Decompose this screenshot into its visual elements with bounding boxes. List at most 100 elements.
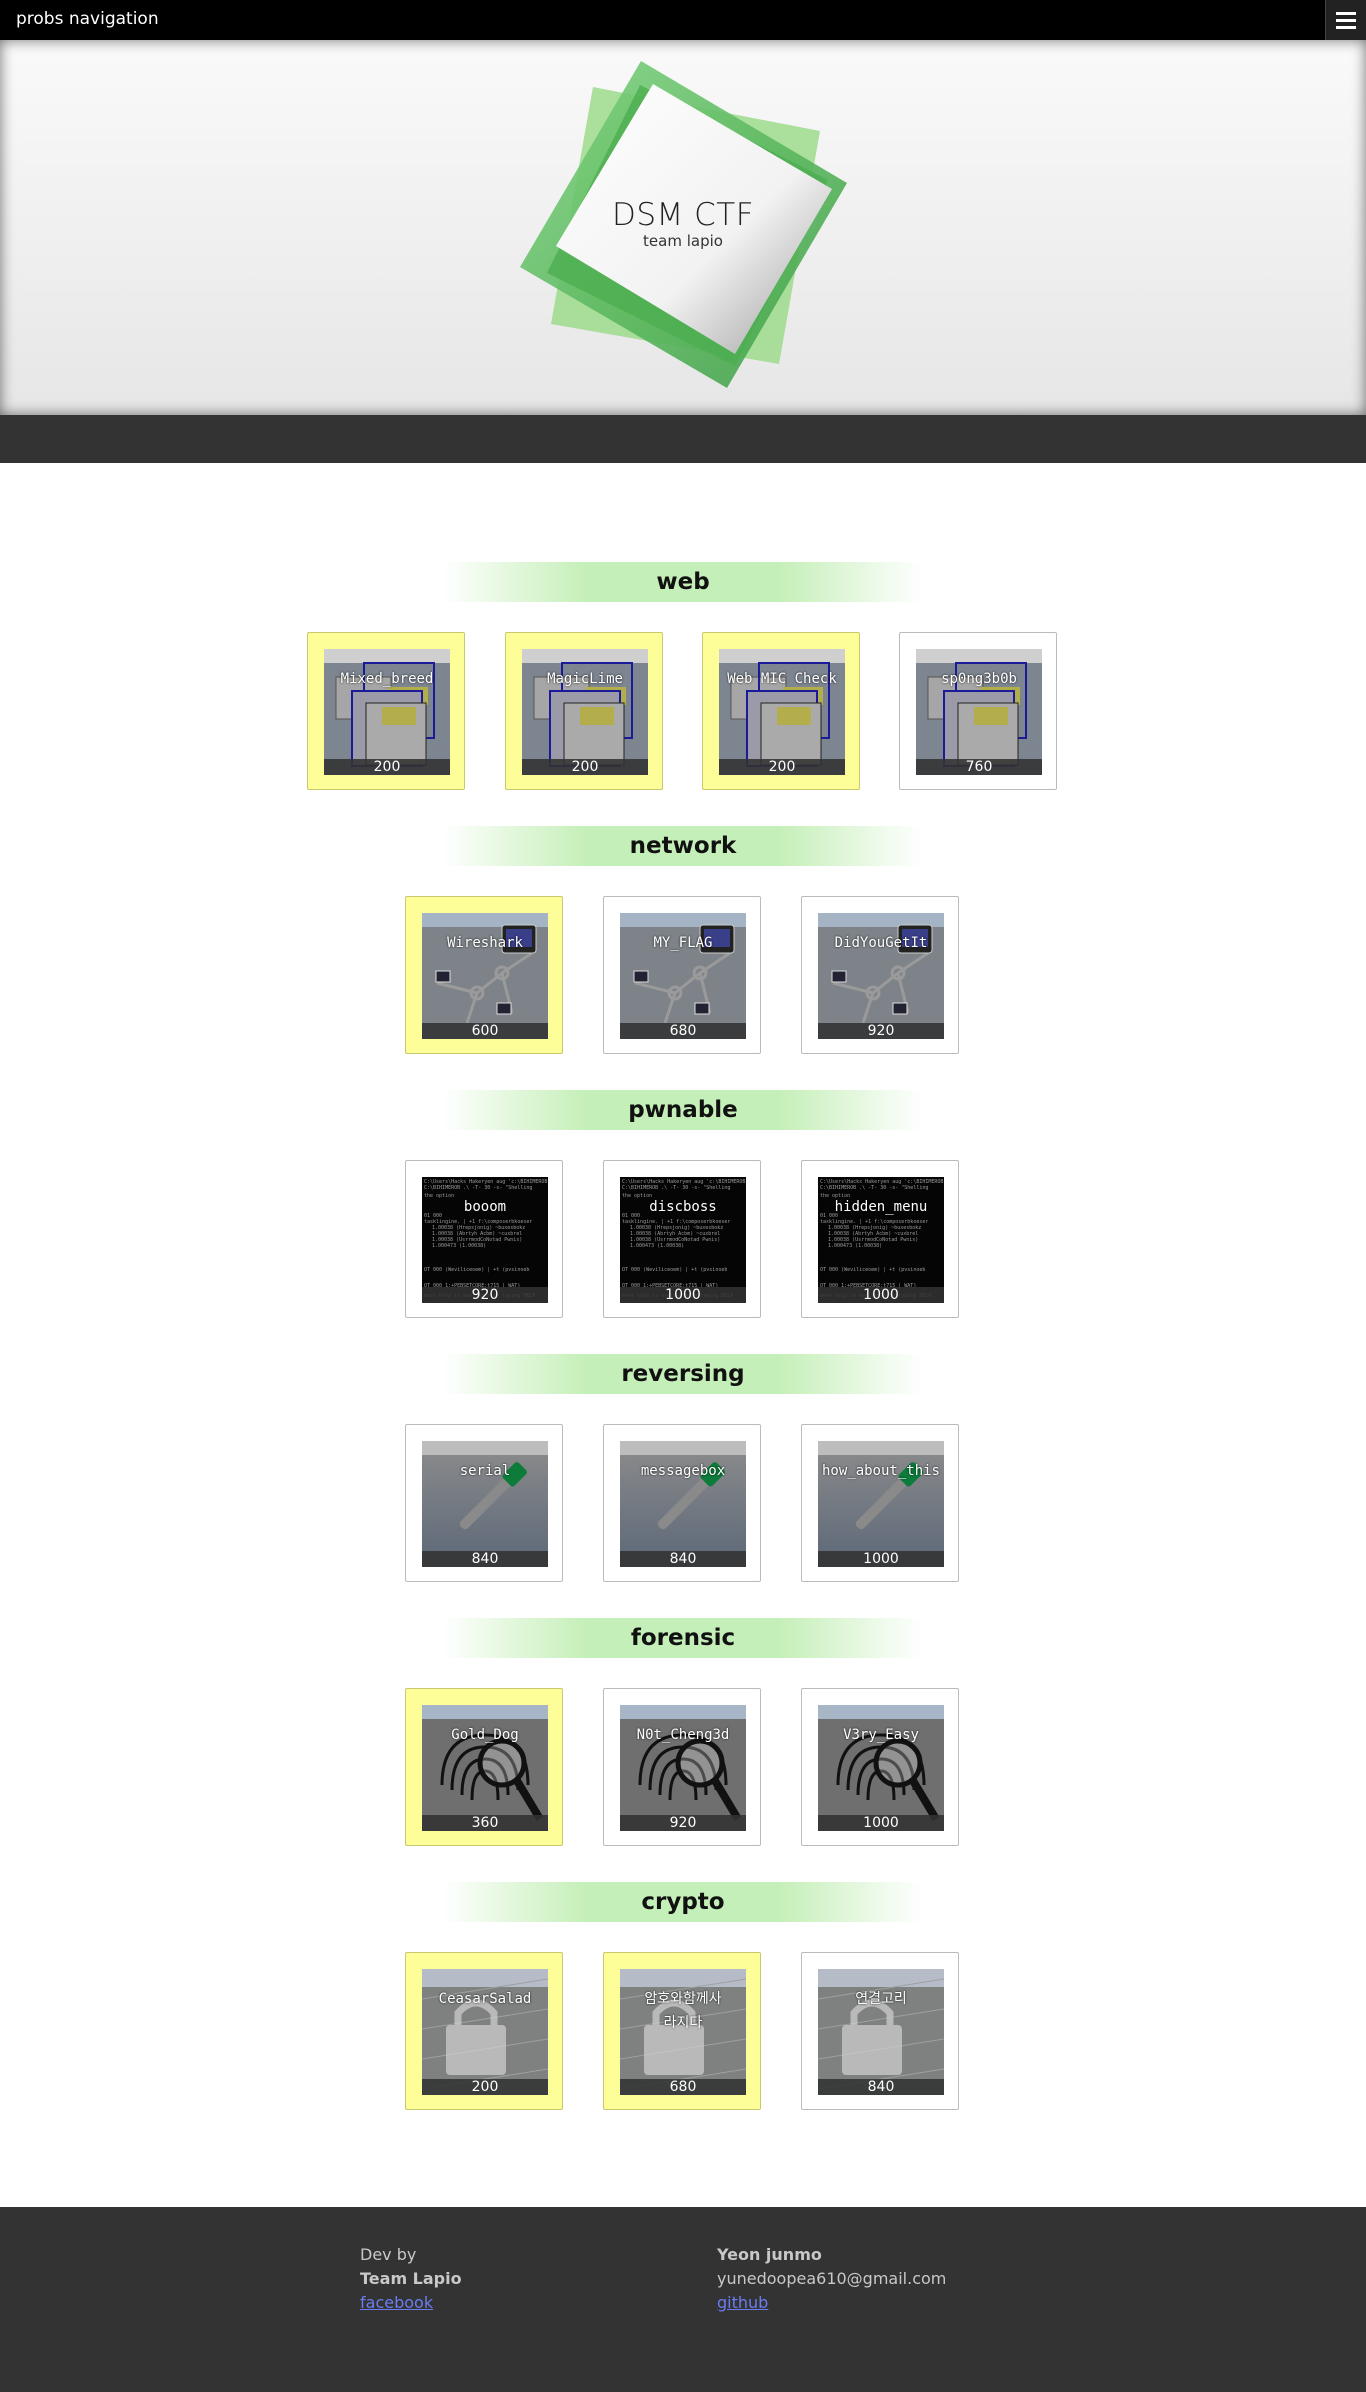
category-header-crypto: crypto — [443, 1882, 923, 1922]
problem-card[interactable]: 암호와함께사라지다 680 — [603, 1952, 761, 2110]
forensic-thumbnail-icon: N0t_Cheng3d 920 — [620, 1705, 746, 1831]
category-header-reversing: reversing — [443, 1354, 923, 1394]
problem-score: 840 — [818, 2079, 944, 2095]
reversing-thumbnail-icon: serial 840 — [422, 1441, 548, 1567]
problem-score: 1000 — [620, 1287, 746, 1303]
problem-score: 680 — [620, 1023, 746, 1039]
category-header-web: web — [443, 562, 923, 602]
crypto-thumbnail-icon: 암호와함께사라지다 680 — [620, 1969, 746, 2095]
network-thumbnail-icon: Wireshark 600 — [422, 913, 548, 1039]
problem-card[interactable]: C:\Users\Hacks Hakeryen aug 'c:\BIHIMERO… — [603, 1160, 761, 1318]
problem-card[interactable]: V3ry_Easy 1000 — [801, 1688, 959, 1846]
problem-name: MagicLime — [547, 671, 623, 687]
problem-score: 200 — [522, 759, 648, 775]
problem-name: Mixed_breed — [340, 671, 434, 687]
pwnable-thumbnail-icon: C:\Users\Hacks Hakeryen aug 'c:\BIHIMERO… — [818, 1177, 944, 1303]
footer-dev-by: Dev by — [360, 2245, 417, 2264]
svg-text:C:\BIHIMEROB .\ -T- 30 -s- "Sh: C:\BIHIMEROB .\ -T- 30 -s- "Shelling — [820, 1185, 928, 1191]
problem-card[interactable]: serial 840 — [405, 1424, 563, 1582]
problem-score: 1000 — [818, 1551, 944, 1567]
hero-title: DSM CTF — [611, 197, 755, 233]
hero-bottom-bar — [0, 415, 1366, 463]
problem-card[interactable]: CeasarSalad 200 — [405, 1952, 563, 2110]
problem-name: CeasarSalad — [438, 1991, 532, 2007]
problem-name: sp0ng3b0b — [941, 671, 1017, 687]
network-thumbnail-icon: MY_FLAG 680 — [620, 913, 746, 1039]
svg-text:C:\BIHIMEROB .\ -T- 30 -s- "Sh: C:\BIHIMEROB .\ -T- 30 -s- "Shelling — [424, 1185, 532, 1191]
network-thumbnail-icon: DidYouGetIt 920 — [818, 913, 944, 1039]
problem-card[interactable]: sp0ng3b0b 760 — [899, 632, 1057, 790]
problem-name: messagebox — [640, 1463, 726, 1479]
footer-author-name: Yeon junmo — [717, 2245, 822, 2264]
hamburger-icon[interactable] — [1325, 0, 1366, 40]
problem-name: how_about_this — [821, 1463, 940, 1479]
problem-name: Web MIC Check — [727, 671, 837, 687]
problem-name: DidYouGetIt — [834, 935, 928, 951]
svg-text:1.000473 (1.00038): 1.000473 (1.00038) — [828, 1243, 882, 1249]
problem-name: Gold_Dog — [451, 1727, 519, 1743]
problem-name: discboss — [649, 1199, 717, 1215]
problem-score: 760 — [916, 759, 1042, 775]
problem-card[interactable]: messagebox 840 — [603, 1424, 761, 1582]
problem-card[interactable]: MY_FLAG 680 — [603, 896, 761, 1054]
problem-name: 암호와함께사라지다 — [644, 1991, 722, 2031]
problem-name: booom — [463, 1199, 507, 1215]
problem-card[interactable]: how_about_this 1000 — [801, 1424, 959, 1582]
footer-email: yunedoopea610@gmail.com — [717, 2269, 947, 2288]
nav-title[interactable]: probs navigation — [16, 9, 159, 29]
svg-text:1.000473 (1.00038): 1.000473 (1.00038) — [432, 1243, 486, 1249]
web-thumbnail-icon: Web MIC Check 200 — [719, 649, 845, 775]
category-header-pwnable: pwnable — [443, 1090, 923, 1130]
footer-author-column: Yeon junmo yunedoopea610@gmail.com githu… — [717, 2243, 946, 2315]
problem-card[interactable]: Web MIC Check 200 — [702, 632, 860, 790]
problem-card[interactable]: C:\Users\Hacks Hakeryen aug 'c:\BIHIMERO… — [405, 1160, 563, 1318]
problem-card[interactable]: DidYouGetIt 920 — [801, 896, 959, 1054]
svg-text:C:\BIHIMEROB .\ -T- 30 -s- "Sh: C:\BIHIMEROB .\ -T- 30 -s- "Shelling — [622, 1185, 730, 1191]
svg-text:OT 000 (Weviliceoem) | +t (pvs: OT 000 (Weviliceoem) | +t (pvsinoeb — [622, 1267, 727, 1273]
problem-score: 920 — [818, 1023, 944, 1039]
problem-score: 1000 — [818, 1287, 944, 1303]
pwnable-thumbnail-icon: C:\Users\Hacks Hakeryen aug 'c:\BIHIMERO… — [620, 1177, 746, 1303]
pwnable-thumbnail-icon: C:\Users\Hacks Hakeryen aug 'c:\BIHIMERO… — [422, 1177, 548, 1303]
top-nav-bar: probs navigation — [0, 0, 1366, 40]
svg-text:1.000473 (1.00038): 1.000473 (1.00038) — [630, 1243, 684, 1249]
footer: Dev by Team Lapio facebook Yeon junmo yu… — [0, 2207, 1366, 2392]
reversing-thumbnail-icon: messagebox 840 — [620, 1441, 746, 1567]
problem-card[interactable]: Wireshark 600 — [405, 896, 563, 1054]
footer-team-column: Dev by Team Lapio facebook — [360, 2243, 462, 2315]
problem-name: serial — [459, 1463, 511, 1479]
problem-card[interactable]: N0t_Cheng3d 920 — [603, 1688, 761, 1846]
problem-score: 200 — [324, 759, 450, 775]
problem-card[interactable]: Mixed_breed 200 — [307, 632, 465, 790]
problem-score: 840 — [620, 1551, 746, 1567]
problem-score: 1000 — [818, 1815, 944, 1831]
crypto-thumbnail-icon: 연결고리 840 — [818, 1969, 944, 2095]
problem-card[interactable]: Gold_Dog 360 — [405, 1688, 563, 1846]
problem-name: hidden_menu — [834, 1199, 928, 1215]
problem-name: Wireshark — [447, 935, 523, 951]
problem-score: 920 — [422, 1287, 548, 1303]
github-link[interactable]: github — [717, 2293, 768, 2312]
problem-score: 200 — [719, 759, 845, 775]
web-thumbnail-icon: MagicLime 200 — [522, 649, 648, 775]
web-thumbnail-icon: Mixed_breed 200 — [324, 649, 450, 775]
problem-card[interactable]: MagicLime 200 — [505, 632, 663, 790]
problem-card[interactable]: 연결고리 840 — [801, 1952, 959, 2110]
problem-score: 840 — [422, 1551, 548, 1567]
reversing-thumbnail-icon: how_about_this 1000 — [818, 1441, 944, 1567]
problem-score: 360 — [422, 1815, 548, 1831]
forensic-thumbnail-icon: V3ry_Easy 1000 — [818, 1705, 944, 1831]
problem-name: 연결고리 — [855, 1991, 907, 2007]
web-thumbnail-icon: sp0ng3b0b 760 — [916, 649, 1042, 775]
problem-name: N0t_Cheng3d — [636, 1727, 730, 1743]
problem-name: MY_FLAG — [653, 935, 713, 951]
facebook-link[interactable]: facebook — [360, 2293, 433, 2312]
category-header-forensic: forensic — [443, 1618, 923, 1658]
problem-score: 920 — [620, 1815, 746, 1831]
hero-subtitle: team lapio — [643, 232, 723, 250]
problem-card[interactable]: C:\Users\Hacks Hakeryen aug 'c:\BIHIMERO… — [801, 1160, 959, 1318]
footer-team-name: Team Lapio — [360, 2269, 462, 2288]
forensic-thumbnail-icon: Gold_Dog 360 — [422, 1705, 548, 1831]
problem-score: 200 — [422, 2079, 548, 2095]
svg-text:OT 000 (Weviliceoem) | +t (pvs: OT 000 (Weviliceoem) | +t (pvsinoeb — [820, 1267, 925, 1273]
